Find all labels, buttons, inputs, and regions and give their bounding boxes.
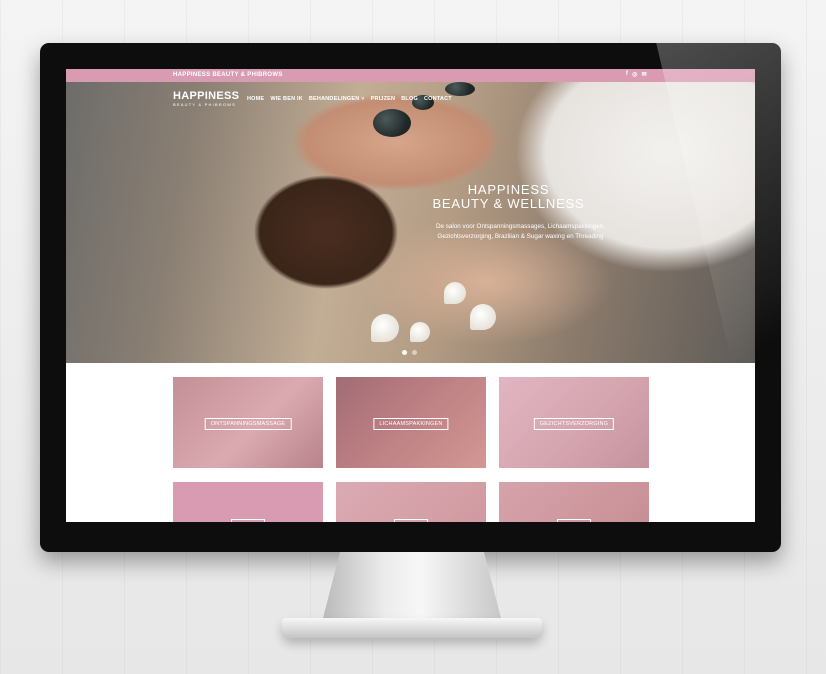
hero-text-line2: Gezichtsverzorging, Brazilian & Sugar wa… — [437, 233, 604, 240]
tile-row2-3[interactable] — [499, 482, 649, 522]
nav-item-behandelingen[interactable]: BEHANDELINGEN ˅ — [309, 96, 365, 102]
site-logo[interactable]: HAPPINESS BEAUTY & PHIBROWS — [173, 90, 240, 108]
tile-gezichtsverzorging[interactable]: GEZICHTSVERZORGING — [499, 377, 649, 468]
slider-dots — [402, 350, 417, 355]
nav-item-prijzen[interactable]: PRIJZEN — [371, 96, 396, 102]
facebook-icon[interactable]: f — [626, 71, 628, 78]
tile-row2-2[interactable] — [336, 482, 486, 522]
hero-slider: HAPPINESS BEAUTY & PHIBROWS HOME WIE BEN… — [66, 82, 755, 363]
logo-tagline: BEAUTY & PHIBROWS — [173, 102, 237, 107]
hero-description: De salon voor Ontspanningsmassages, Lich… — [388, 222, 653, 242]
mail-icon[interactable]: ✉ — [642, 71, 647, 78]
tile-lichaamspakkingen[interactable]: LICHAAMSPAKKINGEN — [336, 377, 486, 468]
tile-button-stub[interactable] — [231, 519, 265, 522]
monitor-stand-base — [282, 618, 542, 638]
tile-button-ontspanningsmassage[interactable]: ONTSPANNINGSMASSAGE — [204, 418, 292, 430]
hero-title-line1: HAPPINESS — [467, 182, 550, 197]
nav-item-wie-ben-ik[interactable]: WIE BEN IK — [270, 96, 303, 102]
monitor-frame: HAPPINESS BEAUTY & PHIBROWS f ◎ ✉ HAPPIN… — [40, 43, 781, 552]
hot-stone-image — [373, 109, 411, 137]
nav-item-home[interactable]: HOME — [247, 96, 264, 102]
orchid-image — [410, 322, 430, 342]
orchid-image — [444, 282, 466, 304]
tile-row2-1[interactable] — [173, 482, 323, 522]
hero-text-line1: De salon voor Ontspanningsmassages, Lich… — [435, 223, 606, 230]
nav-item-blog[interactable]: BLOG — [401, 96, 418, 102]
main-nav: HOME WIE BEN IK BEHANDELINGEN ˅ PRIJZEN … — [247, 96, 452, 102]
website-screen: HAPPINESS BEAUTY & PHIBROWS f ◎ ✉ HAPPIN… — [66, 69, 755, 522]
orchid-image — [470, 304, 496, 330]
hero-title: HAPPINESS BEAUTY & WELLNESS — [386, 183, 631, 211]
hot-stone-image — [445, 82, 475, 96]
instagram-icon[interactable]: ◎ — [632, 71, 638, 78]
hero-title-line2: BEAUTY & WELLNESS — [432, 196, 585, 211]
tile-button-gezichtsverzorging[interactable]: GEZICHTSVERZORGING — [533, 418, 615, 430]
social-links: f ◎ ✉ — [626, 71, 647, 78]
slider-dot-1[interactable] — [402, 350, 407, 355]
logo-name: HAPPINESS — [173, 90, 240, 102]
top-bar: HAPPINESS BEAUTY & PHIBROWS f ◎ ✉ — [66, 69, 755, 82]
nav-item-contact[interactable]: CONTACT — [424, 96, 452, 102]
monitor-stand-neck — [322, 552, 502, 622]
tile-button-stub[interactable] — [557, 519, 591, 522]
orchid-image — [371, 314, 399, 342]
top-bar-brand: HAPPINESS BEAUTY & PHIBROWS — [173, 72, 283, 78]
slider-dot-2[interactable] — [412, 350, 417, 355]
tile-ontspanningsmassage[interactable]: ONTSPANNINGSMASSAGE — [173, 377, 323, 468]
tile-button-stub[interactable] — [394, 519, 428, 522]
tile-button-lichaamspakkingen[interactable]: LICHAAMSPAKKINGEN — [373, 418, 449, 430]
